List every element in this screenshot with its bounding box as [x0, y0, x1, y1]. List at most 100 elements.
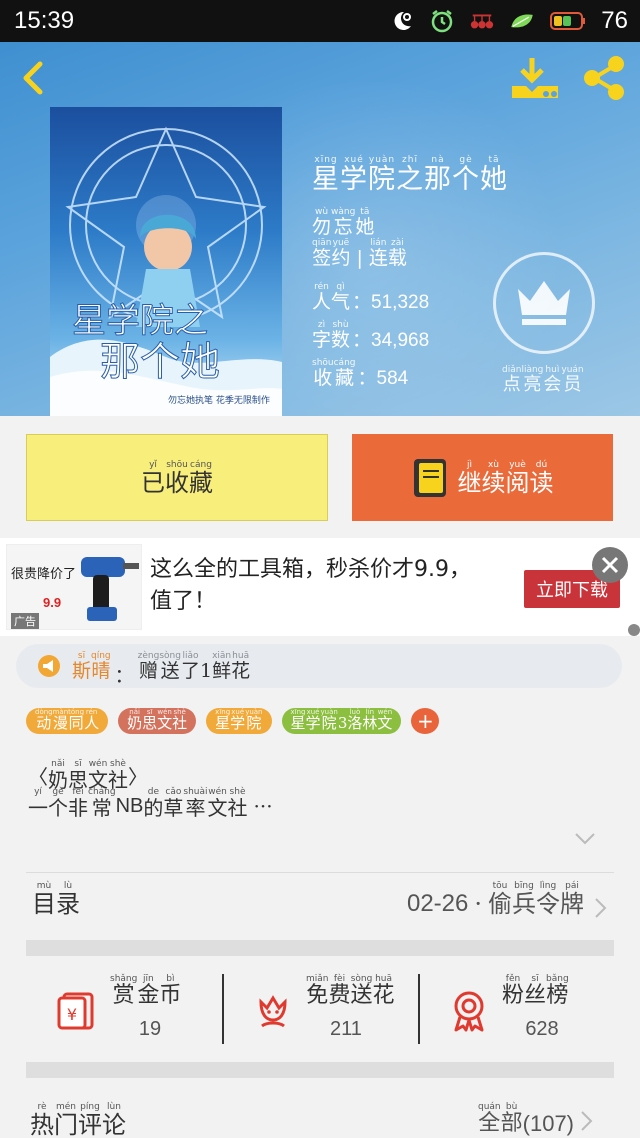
ruby-char: xué 学	[230, 708, 246, 732]
cherry-icon	[469, 8, 495, 34]
ruby-char: rén 人	[84, 708, 100, 732]
cover-title-line2: 那个她	[100, 339, 220, 385]
gift-action: zèng 赠 sòng 送 liǎo 了 1 xiān 鲜 huā 花	[138, 651, 250, 681]
latest-chapter: 02-26 · tōu 偷 bīng 兵 lìng 令 pái 牌	[406, 881, 584, 918]
ruby-char: nǎi 奶	[127, 708, 143, 732]
free-flowers-stat[interactable]: miǎn 免 fèi 费 sòng 送 huā 花 211	[222, 956, 418, 1062]
ruby-char: jì 继	[457, 460, 482, 497]
ruby-char: tóng 同	[68, 708, 85, 732]
ruby-char: huā 花	[231, 651, 251, 682]
tag-list: dòng 动 màn 漫 tóng 同 rén 人 nǎi 奶 sī 思 wén 文 shè 社 xīng 星…	[26, 708, 440, 734]
book-author[interactable]: wù 勿 wàng 忘 tā 她	[312, 197, 374, 237]
popularity-value: 51,328	[371, 292, 430, 313]
free-flowers-label: miǎn 免 fèi 费 sòng 送 huā 花	[306, 974, 395, 1007]
ruby-char: xù 续	[481, 460, 506, 497]
ruby-char: lùn 论	[102, 1102, 126, 1138]
drill-icon	[81, 557, 139, 621]
ruby-char: rén 人	[312, 282, 332, 313]
fan-ranking-label: fěn 粉 sī 丝 bǎng 榜	[502, 974, 569, 1007]
intro-text[interactable]: yí 一 gè 个 fēi 非 cháng 常 NB de 的 cǎo 草 shuài 率 wén 文 shè…	[28, 787, 273, 818]
chevron-right-icon	[595, 898, 607, 918]
ruby-char: shuài 率	[183, 787, 208, 820]
ruby-char: tā 她	[480, 155, 508, 195]
expand-chevron-icon[interactable]	[574, 832, 596, 846]
tag-item[interactable]: nǎi 奶 sī 思 wén 文 shè 社	[118, 708, 197, 734]
download-button[interactable]	[508, 56, 560, 102]
share-button[interactable]	[580, 54, 630, 104]
svg-text:¥: ¥	[67, 1005, 77, 1024]
ruby-char: shù 数	[331, 320, 351, 351]
ruby-char: yǐ 已	[141, 460, 165, 497]
ruby-char: lìng 令	[536, 881, 560, 918]
ruby-char: dòng 动	[35, 708, 53, 732]
ruby-char: gè 个	[452, 155, 480, 195]
tag-item[interactable]: xīng 星 xué 学 yuàn 院 3 luò 洛 lín 林 wén 文	[281, 708, 402, 734]
ruby-char: lín 林	[362, 708, 378, 732]
vip-label[interactable]: diǎn 点 liàng 亮 huì 会 yuán 员	[502, 365, 584, 394]
book-status: qiān 签 yuē 约 | lián 连 zài 载	[312, 238, 407, 269]
ruby-char: shè 社	[172, 708, 188, 732]
fan-ranking-stat[interactable]: fěn 粉 sī 丝 bǎng 榜 628	[418, 956, 614, 1062]
ruby-char: xīng 星	[290, 708, 306, 732]
tag-item[interactable]: xīng 星 xué 学 yuàn 院	[206, 708, 272, 734]
book-header: 星学院之 那个她 勿忘她执笔 花季无限制作 xīng 星 xué 学 yuàn 院 zhī 之…	[0, 42, 640, 416]
ruby-char: xué 学	[340, 155, 368, 195]
ruby-char: sī 思	[68, 759, 88, 792]
status-time: 15:39	[14, 7, 75, 34]
ruby-char: yuán 员	[561, 365, 584, 395]
catalog-row[interactable]: mù 目 lù 录 02-26 · tōu 偷 bīng 兵 lìng 令 pái 牌	[26, 872, 614, 940]
ruby-char: yuàn 院	[320, 708, 338, 732]
gift-user[interactable]: sī 斯 qíng 晴	[72, 651, 111, 681]
ruby-char: shōu 收	[165, 460, 189, 497]
hot-comments-row[interactable]: rè 热 mén 门 píng 评 lùn 论 quán 全 bù 部 (107)	[26, 1078, 614, 1138]
back-button[interactable]	[14, 58, 54, 98]
ruby-char: shè 社	[108, 759, 128, 792]
action-bar: yǐ 已 shōu 收 cáng 藏 jì 继 xù 续 yuè 阅 dú 读	[0, 416, 640, 538]
gift-notice[interactable]: sī 斯 qíng 晴 ： zèng 赠 sòng 送 liǎo 了 1 xiān 鲜 huā 花	[16, 644, 622, 688]
ruby-char: fèi 费	[328, 974, 351, 1008]
vip-button[interactable]	[493, 252, 595, 354]
medal-icon	[454, 991, 484, 1032]
ruby-char: sī 斯	[72, 651, 92, 682]
ruby-char: wàng 忘	[331, 207, 356, 238]
cover-credit: 勿忘她执笔 花季无限制作	[168, 394, 270, 406]
ruby-char: bì 币	[159, 974, 182, 1008]
ruby-char: màn 漫	[52, 708, 69, 732]
ruby-char: gè 个	[48, 787, 68, 820]
ruby-char: huì 会	[543, 365, 562, 395]
reward-coins-stat[interactable]: ¥ shǎng 赏 jīn 金 bì 币 19	[26, 956, 222, 1062]
popularity: rén 人 qì 气 ：51,328	[312, 282, 430, 313]
word-count-value: 34,968	[371, 330, 430, 351]
status-bar: 15:39 76	[0, 0, 640, 42]
ruby-char: zài 载	[387, 238, 407, 269]
ad-info-icon[interactable]	[628, 624, 640, 636]
ruby-char: cǎo 草	[163, 787, 184, 820]
night-mode-icon	[389, 8, 415, 34]
tag-item[interactable]: dòng 动 màn 漫 tóng 同 rén 人	[26, 708, 109, 734]
ad-image[interactable]: 很贵降价了 9.9 广告	[6, 544, 142, 630]
section-divider	[26, 940, 614, 956]
add-tag-button[interactable]: +	[411, 708, 440, 734]
all-comments-link[interactable]: quán 全 bù 部 (107)	[478, 1102, 574, 1135]
ruby-char: bǎng 榜	[546, 974, 569, 1008]
ruby-char: shōu 收	[312, 358, 334, 389]
collected-button[interactable]: yǐ 已 shōu 收 cáng 藏	[26, 434, 328, 521]
ruby-char: nǎi 奶	[48, 759, 68, 792]
ad-close-button[interactable]	[592, 547, 628, 583]
ruby-char: fēi 非	[68, 787, 88, 820]
ad-text[interactable]: 这么全的工具箱，秒杀价才9.9，值了！	[150, 554, 490, 618]
ruby-char: wén 文	[157, 708, 173, 732]
continue-reading-button[interactable]: jì 继 xù 续 yuè 阅 dú 读	[352, 434, 613, 521]
back-arrow-icon	[23, 61, 43, 95]
latest-chapter-date: 02-26	[406, 890, 469, 917]
ruby-char: zèng 赠	[137, 651, 160, 682]
catalog-label: mù 目 lù 录	[32, 881, 80, 916]
ad-banner[interactable]: 很贵降价了 9.9 广告 这么全的工具箱，秒杀价才9.9，值了！ 立即下载	[0, 538, 640, 636]
book-cover[interactable]: 星学院之 那个她 勿忘她执笔 花季无限制作	[50, 107, 282, 416]
ruby-char: pái 牌	[560, 881, 584, 918]
cover-title-line1: 星学院之	[72, 301, 208, 341]
favorites-value: 584	[376, 368, 409, 389]
ruby-char: shè 社	[227, 787, 248, 820]
red-envelope-icon: ¥	[57, 992, 94, 1030]
ruby-char: tā 她	[355, 207, 375, 238]
